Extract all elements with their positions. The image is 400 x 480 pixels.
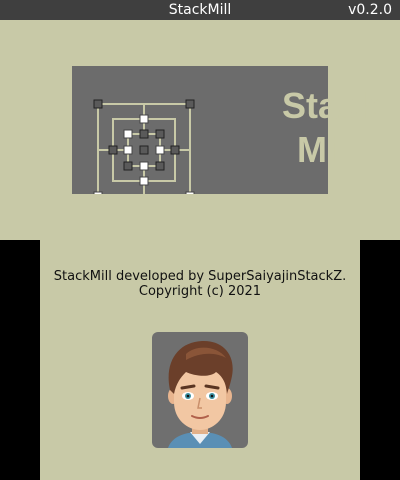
credits-text: StackMill developed by SuperSaiyajinStac…	[40, 269, 360, 299]
logo-text-mill: Mill	[297, 129, 357, 170]
top-screen: Stack Mill	[0, 20, 400, 240]
credits-line-developer: StackMill developed by SuperSaiyajinStac…	[53, 269, 347, 284]
version-label: v0.2.0	[348, 2, 392, 18]
logo-text-stack: Stack	[281, 85, 379, 126]
credits-line-copyright: Copyright (c) 2021	[138, 284, 262, 299]
bottom-screen: StackMill developed by SuperSaiyajinStac…	[40, 240, 360, 480]
developer-avatar	[152, 332, 248, 448]
title-bar: StackMill v0.2.0	[0, 0, 400, 20]
app-title: StackMill	[168, 2, 232, 18]
app-logo: Stack Mill	[72, 66, 378, 194]
